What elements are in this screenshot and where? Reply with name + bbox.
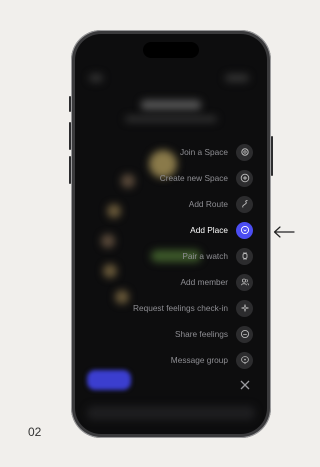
menu-item-add-place[interactable]: Add Place <box>190 220 253 240</box>
menu-item-label: Add member <box>180 277 229 287</box>
page-number: 02 <box>28 425 42 439</box>
menu-item-label: Share feelings <box>174 329 228 339</box>
close-icon[interactable] <box>239 379 251 391</box>
plus-circle-icon <box>236 169 253 187</box>
menu-item-join-space[interactable]: Join a Space <box>180 142 253 162</box>
menu-item-label: Add Place <box>190 225 228 235</box>
pointer-arrow-icon <box>273 226 295 238</box>
menu-item-label: Pair a watch <box>182 251 228 261</box>
emoji-icon <box>236 325 253 343</box>
blurred-subtitle <box>125 116 217 122</box>
sparkle-icon <box>236 299 253 317</box>
blurred-avatar <box>107 204 121 218</box>
blurred-avatar <box>115 290 129 304</box>
dynamic-island <box>143 42 199 58</box>
menu-item-label: Add Route <box>188 199 228 209</box>
silent-switch <box>69 96 71 112</box>
blurred-avatar <box>121 174 135 188</box>
power-button <box>271 136 273 176</box>
menu-item-add-route[interactable]: Add Route <box>189 194 253 214</box>
route-icon <box>236 195 253 213</box>
blurred-status <box>89 74 103 82</box>
phone-frame: Join a Space Create new Space Add Route … <box>69 30 273 438</box>
menu-item-label: Create new Space <box>159 173 228 183</box>
menu-item-label: Join a Space <box>180 147 228 157</box>
menu-item-pair-watch[interactable]: Pair a watch <box>182 246 253 266</box>
message-icon <box>236 351 253 369</box>
orbit-icon <box>236 143 253 161</box>
watch-icon <box>236 247 253 265</box>
blurred-battery <box>225 74 249 82</box>
blurred-avatar <box>101 234 115 248</box>
menu-item-label: Message group <box>170 355 228 365</box>
blurred-title <box>141 100 201 110</box>
volume-down-button <box>69 156 71 184</box>
menu-item-label: Request feelings check-in <box>132 303 228 313</box>
blurred-tab-bar <box>87 406 255 420</box>
menu-item-create-space[interactable]: Create new Space <box>160 168 253 188</box>
volume-up-button <box>69 122 71 150</box>
phone-screen: Join a Space Create new Space Add Route … <box>75 34 267 434</box>
menu-item-message-group[interactable]: Message group <box>171 350 253 370</box>
menu-item-share-feelings[interactable]: Share feelings <box>175 324 253 344</box>
members-icon <box>236 273 253 291</box>
menu-item-add-member[interactable]: Add member <box>180 272 253 292</box>
place-icon <box>236 221 253 239</box>
blurred-avatar <box>103 264 117 278</box>
menu-item-request-feelings[interactable]: Request feelings check-in <box>133 298 253 318</box>
blurred-action-button <box>87 370 131 390</box>
